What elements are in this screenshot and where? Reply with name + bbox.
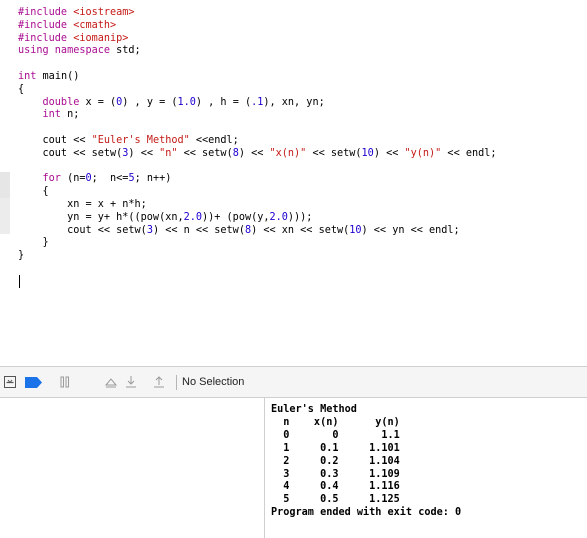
code-token: ), xn, yn;: [263, 96, 325, 108]
code-token: for: [18, 173, 68, 185]
code-line: double x = (0) , y = (1.0) , h = (.1), x…: [18, 96, 325, 109]
code-token: x = (: [85, 96, 117, 108]
code-token: <iomanip>: [73, 32, 129, 44]
code-line: {: [18, 83, 24, 96]
code-token: n;: [67, 109, 80, 121]
code-token: << setw(: [306, 147, 362, 159]
code-token: )));: [287, 211, 313, 223]
code-line: cout << "Euler's Method" <<endl;: [18, 134, 239, 147]
code-token: ))+ (pow(y,: [202, 211, 270, 223]
code-token: 2.0: [269, 211, 288, 223]
code-token: (n=: [67, 173, 86, 185]
code-token: <<endl;: [189, 135, 239, 146]
console-line: 0 0 1.1: [271, 429, 400, 441]
change-marker: [0, 172, 10, 198]
code-token: }: [18, 250, 25, 262]
code-line: #include <iomanip>: [18, 32, 128, 45]
code-token: cout << setw(: [18, 224, 147, 236]
code-token: "x(n)": [269, 147, 307, 159]
code-token: xn = x + n*h;: [18, 199, 147, 210]
code-token: 2.0: [183, 211, 203, 223]
code-token: "n": [159, 147, 178, 159]
code-token: <cmath>: [73, 19, 117, 31]
code-line: #include <cmath>: [18, 19, 116, 32]
code-token: ) << yn << endl;: [361, 224, 460, 236]
change-marker: [0, 198, 10, 234]
hide-debug-area-icon[interactable]: [3, 375, 17, 389]
console-line: 1 0.1 1.101: [271, 442, 400, 454]
pause-icon[interactable]: [58, 375, 72, 389]
console-line: 2 0.2 1.104: [271, 455, 400, 467]
step-out-icon[interactable]: [152, 375, 166, 389]
code-token: yn = y+ h*((pow(xn,: [18, 211, 184, 223]
console-line: Program ended with exit code: 0: [271, 507, 462, 519]
code-token: .1: [251, 96, 264, 108]
code-line: xn = x + n*h;: [18, 198, 147, 211]
code-token: cout <<: [18, 135, 92, 146]
console-line: 5 0.5 1.125: [271, 494, 400, 506]
code-line: cout << setw(3) << n << setw(8) << xn <<…: [18, 224, 460, 237]
code-token: std;: [116, 45, 141, 57]
console-line: 3 0.3 1.109: [271, 468, 400, 480]
code-line: int n;: [18, 108, 80, 121]
code-token: double: [18, 96, 86, 108]
code-token: <iostream>: [73, 7, 135, 18]
code-token: #include: [18, 7, 74, 18]
console-line: n x(n) y(n): [271, 416, 400, 428]
code-line: using namespace std;: [18, 44, 141, 57]
code-token: {: [18, 83, 25, 95]
code-token: ; n<=: [91, 173, 129, 185]
code-token: {: [18, 186, 49, 198]
code-token: }: [18, 237, 49, 249]
debug-bar: No Selection: [0, 367, 587, 398]
code-token: ; n++): [134, 173, 172, 185]
toolbar-separator: [176, 375, 177, 390]
selection-label: No Selection: [182, 376, 245, 388]
code-token: ) , h = (: [195, 96, 252, 108]
code-token: << setw(: [177, 147, 233, 159]
code-line: for (n=0; n<=5; n++): [18, 172, 172, 185]
code-token: using namespace: [18, 45, 117, 57]
code-token: "Euler's Method": [91, 135, 190, 146]
code-line: int main(): [18, 70, 79, 83]
code-token: ) << xn << setw(: [251, 224, 350, 236]
code-token: cout << setw(: [18, 147, 123, 159]
code-line: #include <iostream>: [18, 6, 135, 19]
variables-view[interactable]: [0, 398, 264, 538]
code-token: 10: [361, 147, 374, 159]
code-token: ) <<: [373, 147, 405, 159]
code-token: int: [18, 109, 68, 121]
code-line: }: [18, 236, 49, 249]
console-line: 4 0.4 1.116: [271, 481, 400, 493]
code-token: ) <<: [238, 147, 270, 159]
text-caret: [19, 275, 20, 288]
code-token: ) << n << setw(: [152, 224, 245, 236]
code-token: 10: [349, 224, 362, 236]
console-output[interactable]: Euler's Method n x(n) y(n) 0 0 1.1 1 0.1…: [265, 398, 587, 538]
code-token: #include: [18, 19, 74, 31]
code-line: cout << setw(3) << "n" << setw(8) << "x(…: [18, 147, 497, 160]
code-token: ) , y = (: [122, 96, 178, 108]
code-line: }: [18, 249, 24, 262]
code-token: main(): [42, 71, 80, 82]
code-token: int: [18, 71, 43, 82]
code-editor[interactable]: #include <iostream> #include <cmath> #incl…: [0, 0, 587, 366]
code-token: ) <<: [128, 147, 160, 159]
code-line: yn = y+ h*((pow(xn,2.0))+ (pow(y,2.0)));: [18, 211, 312, 224]
code-token: #include: [18, 32, 74, 44]
step-into-icon[interactable]: [124, 375, 138, 389]
step-over-icon[interactable]: [104, 375, 118, 389]
code-token: << endl;: [441, 147, 497, 159]
code-token: "y(n)": [404, 147, 442, 159]
console-line: Euler's Method: [271, 404, 357, 415]
breakpoints-toggle-icon[interactable]: [24, 375, 44, 389]
code-token: 1.0: [177, 96, 196, 108]
code-line: {: [18, 185, 49, 198]
